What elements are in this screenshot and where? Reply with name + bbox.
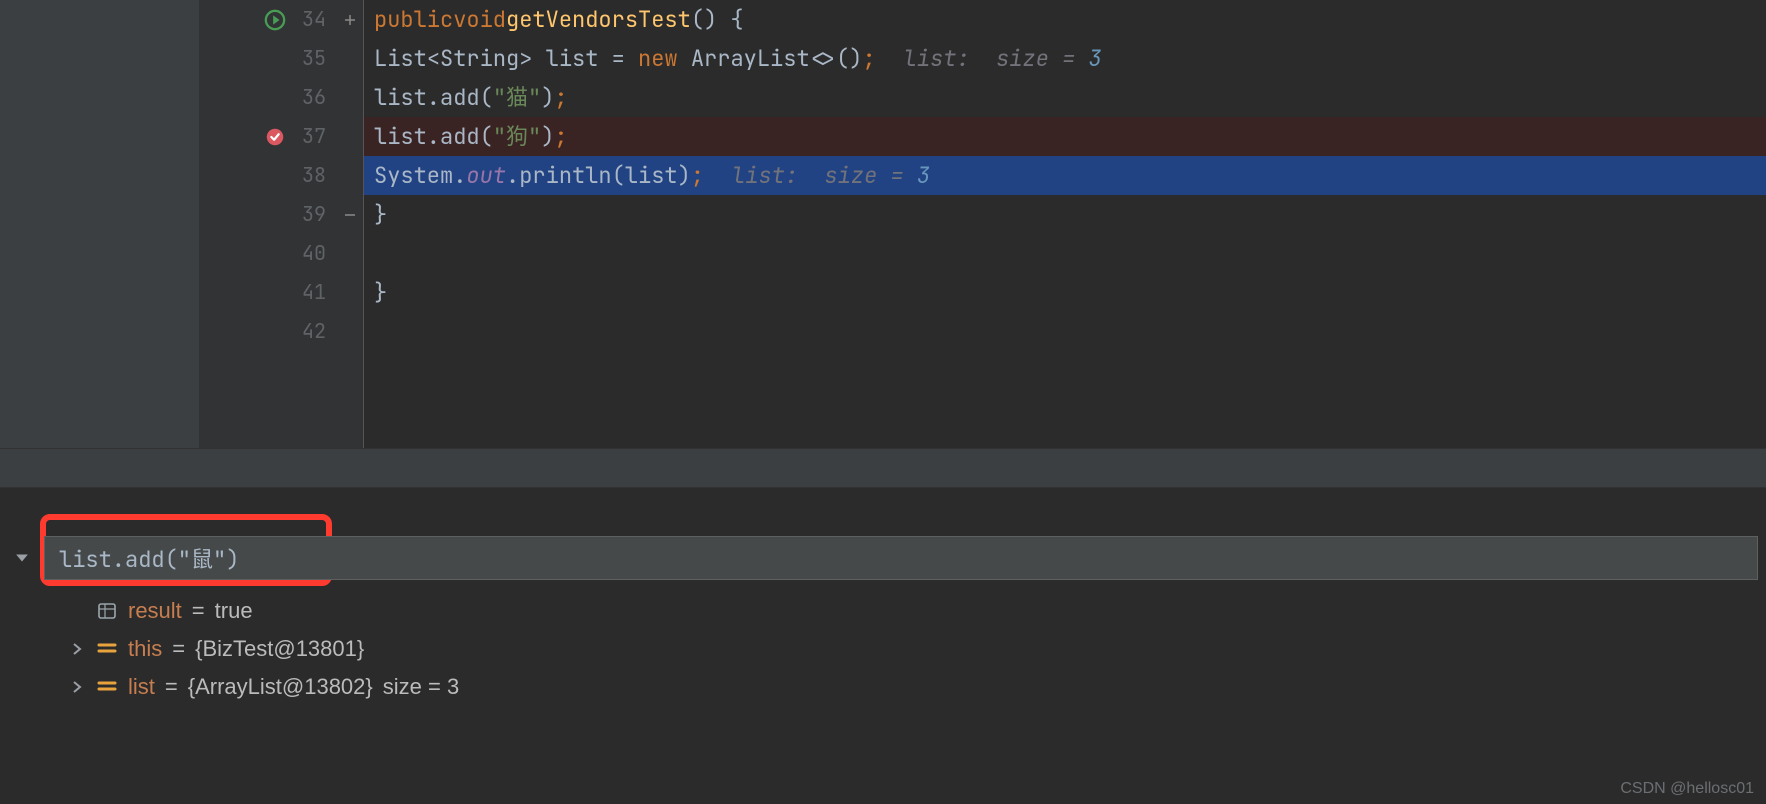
debug-panel: result = true this = {BizTest@13801} lis… (0, 488, 1766, 804)
inline-hint: list: size = 3 (732, 156, 930, 195)
variable-row[interactable]: this = {BizTest@13801} (68, 630, 1766, 668)
project-sidebar (0, 0, 200, 448)
gutter-row[interactable]: 38 (200, 156, 336, 195)
line-number: 39 (286, 195, 326, 234)
variable-row[interactable]: result = true (68, 592, 1766, 630)
code-line[interactable]: List<String> list = new ArrayList<>();li… (364, 39, 1766, 78)
gutter-row[interactable]: 36 (200, 78, 336, 117)
fold-close-icon[interactable] (336, 195, 363, 234)
result-icon (96, 600, 118, 622)
variable-value: true (215, 592, 253, 630)
object-icon (96, 676, 118, 698)
variable-extra: size = 3 (383, 668, 459, 706)
watermark: CSDN @hellosc01 (1620, 780, 1754, 798)
collapse-arrow-icon[interactable] (0, 551, 44, 565)
run-test-icon[interactable] (264, 9, 286, 31)
fold-toggle-icon[interactable] (336, 0, 363, 39)
breakpoint-icon[interactable] (264, 126, 286, 148)
line-number: 36 (286, 78, 326, 117)
line-number: 41 (286, 273, 326, 312)
evaluate-expression-row (0, 530, 1766, 586)
variable-name: list (128, 668, 155, 706)
gutter-row[interactable]: 42 (200, 312, 336, 351)
variable-name: this (128, 630, 162, 668)
gutter-row[interactable]: 39 (200, 195, 336, 234)
variable-value: {BizTest@13801} (195, 630, 364, 668)
code-line-breakpoint[interactable]: list.add("狗"); (364, 117, 1766, 156)
code-line[interactable] (364, 234, 1766, 273)
code-line[interactable]: } (364, 273, 1766, 312)
code-line[interactable]: public void getVendorsTest() { (364, 0, 1766, 39)
code-area[interactable]: public void getVendorsTest() { List<Stri… (364, 0, 1766, 448)
line-number: 35 (286, 39, 326, 78)
gutter-row[interactable]: 34 (200, 0, 336, 39)
panel-divider[interactable] (0, 448, 1766, 488)
gutter-row[interactable]: 37 (200, 117, 336, 156)
code-line[interactable]: list.add("猫"); (364, 78, 1766, 117)
expand-arrow-icon[interactable] (68, 681, 86, 693)
line-number: 40 (286, 234, 326, 273)
expand-arrow-icon[interactable] (68, 643, 86, 655)
gutter-row[interactable]: 35 (200, 39, 336, 78)
inline-hint: list: size = 3 (904, 39, 1102, 78)
gutter-row[interactable]: 41 (200, 273, 336, 312)
gutter: 34 35 36 37 38 39 40 41 42 (200, 0, 336, 448)
fold-strip (336, 0, 364, 448)
code-line[interactable]: } (364, 195, 1766, 234)
object-icon (96, 638, 118, 660)
line-number: 38 (286, 156, 326, 195)
line-number: 37 (286, 117, 326, 156)
variable-value: {ArrayList@13802} (188, 668, 373, 706)
variables-tree: result = true this = {BizTest@13801} lis… (0, 586, 1766, 706)
line-number: 34 (286, 0, 326, 39)
variable-row[interactable]: list = {ArrayList@13802} size = 3 (68, 668, 1766, 706)
code-line[interactable] (364, 312, 1766, 351)
code-line-current[interactable]: System.out.println(list);list: size = 3 (364, 156, 1766, 195)
line-number: 42 (286, 312, 326, 351)
evaluate-expression-input[interactable] (44, 536, 1758, 580)
gutter-row[interactable]: 40 (200, 234, 336, 273)
variable-name: result (128, 592, 182, 630)
code-editor: 34 35 36 37 38 39 40 41 42 (0, 0, 1766, 448)
